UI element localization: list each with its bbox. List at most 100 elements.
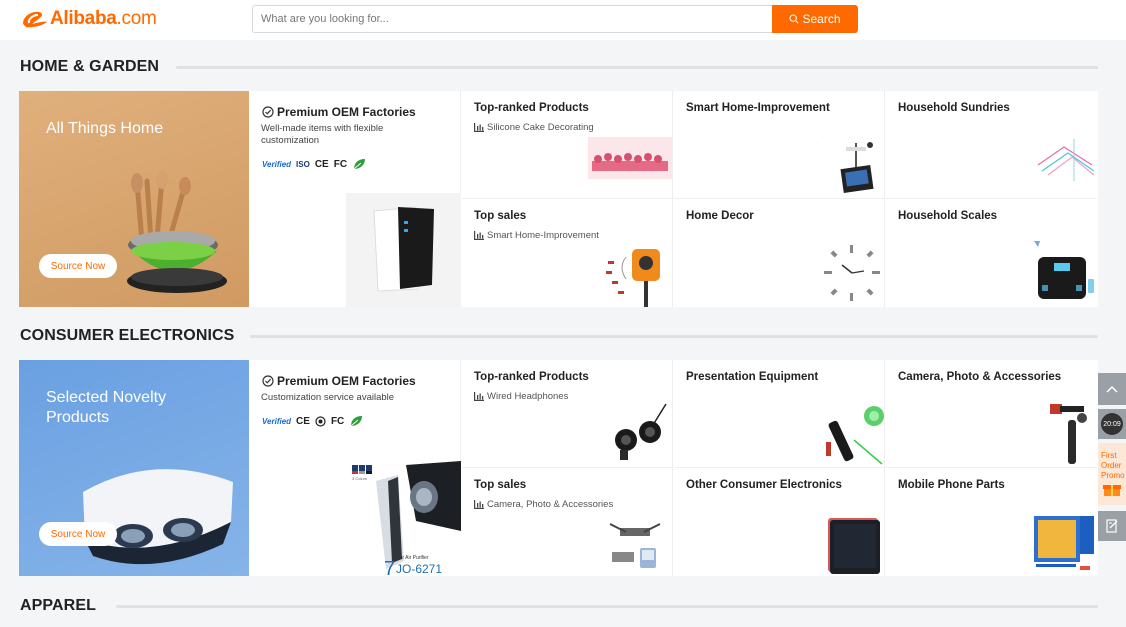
pest-repeller-image bbox=[606, 249, 660, 307]
chart-icon bbox=[474, 123, 484, 132]
gimbal-stabilizer-image bbox=[1050, 404, 1087, 464]
category-cell-camera-photo[interactable]: Camera, Photo & Accessories bbox=[886, 360, 1097, 468]
oem-description: Well-made items with flexible customizat… bbox=[261, 123, 384, 146]
laser-pointer-image bbox=[826, 406, 884, 465]
oem-title-text: Premium OEM Factories bbox=[277, 105, 416, 119]
scroll-up-icon bbox=[1106, 385, 1118, 393]
ce-badge: CE bbox=[296, 415, 310, 427]
cell-subtitle-text: Wired Headphones bbox=[487, 391, 569, 402]
feedback-button[interactable] bbox=[1098, 511, 1126, 541]
wall-clock-image bbox=[824, 245, 880, 301]
cell-subtitle-text: Smart Home-Improvement bbox=[487, 230, 599, 241]
search-button-label: Search bbox=[802, 12, 841, 26]
scroll-to-top-button[interactable] bbox=[1098, 373, 1126, 405]
banner-home-garden[interactable]: All Things Home Source Now bbox=[19, 91, 249, 307]
aroma-diffuser-image bbox=[373, 206, 434, 292]
alibaba-logo[interactable]: Alibaba.com bbox=[20, 8, 157, 30]
cell-title: Top-ranked Products bbox=[474, 102, 589, 114]
logo-text: Alibaba.com bbox=[50, 8, 157, 29]
eco-leaf-icon bbox=[350, 416, 363, 427]
search-icon bbox=[789, 14, 800, 24]
search-button[interactable]: Search bbox=[772, 5, 858, 33]
lcd-writing-tablet-image bbox=[828, 518, 880, 574]
cell-title: Presentation Equipment bbox=[686, 371, 819, 383]
section-panel-consumer-electronics: Selected Novelty Products Source Now Pre… bbox=[19, 360, 1098, 580]
oem-title-text: Premium OEM Factories bbox=[277, 374, 416, 388]
first-order-promo-button[interactable]: First Order Promo bbox=[1098, 443, 1126, 505]
category-cell-top-ranked[interactable]: Top-ranked Products Wired Headphones bbox=[462, 360, 673, 468]
cell-title: Top sales bbox=[474, 210, 527, 222]
category-cell-presentation-equipment[interactable]: Presentation Equipment bbox=[674, 360, 885, 468]
oem-product-image bbox=[346, 193, 461, 307]
banner-consumer-electronics[interactable]: Selected Novelty Products Source Now bbox=[19, 360, 249, 576]
cell-subtitle: Camera, Photo & Accessories bbox=[474, 499, 613, 510]
fc-badge: FC bbox=[330, 415, 345, 427]
category-cell-household-scales[interactable]: Household Scales bbox=[886, 199, 1097, 307]
fc-badge: FC bbox=[333, 158, 348, 170]
oem-title: Premium OEM Factories bbox=[262, 105, 416, 119]
drones-image bbox=[609, 523, 661, 568]
car-air-purifier-image: 3 Colors 7 Car Air Purifier JO-6271 bbox=[352, 461, 461, 580]
section-title-apparel: APPAREL bbox=[20, 597, 96, 614]
wired-headphones-image bbox=[615, 403, 667, 460]
verified-badge: Verified bbox=[262, 416, 292, 426]
cell-title: Smart Home-Improvement bbox=[686, 102, 830, 114]
silicone-mold-image bbox=[588, 137, 672, 179]
cell-title: Mobile Phone Parts bbox=[898, 479, 1005, 491]
cell-title: Household Sundries bbox=[898, 102, 1010, 114]
search-input[interactable] bbox=[252, 5, 772, 33]
chart-icon bbox=[474, 392, 484, 401]
category-cell-mobile-phone-parts[interactable]: Mobile Phone Parts bbox=[886, 468, 1097, 576]
oem-title: Premium OEM Factories bbox=[262, 374, 416, 388]
category-cell-household-sundries[interactable]: Household Sundries bbox=[886, 91, 1097, 199]
certification-badges: Verified CE FC bbox=[262, 415, 363, 427]
category-cell-other-consumer-electronics[interactable]: Other Consumer Electronics bbox=[674, 468, 885, 576]
clock-badge: 20:09 bbox=[1101, 413, 1123, 435]
cell-title: Top-ranked Products bbox=[474, 371, 589, 383]
product-label: Car Air Purifier bbox=[396, 555, 429, 561]
section-panel-home-garden: All Things Home Source Now Premium OEM F… bbox=[19, 91, 1098, 307]
category-cell-smart-home[interactable]: Smart Home-Improvement · bbox=[674, 91, 885, 199]
oem-factories-card[interactable]: Premium OEM Factories Well-made items wi… bbox=[250, 91, 461, 307]
certification-seal-icon bbox=[315, 415, 326, 427]
phone-screens-image bbox=[1034, 516, 1096, 574]
verified-check-icon bbox=[262, 106, 274, 118]
banner-title: Selected Novelty Products bbox=[46, 389, 167, 426]
eco-leaf-icon bbox=[353, 159, 366, 170]
section-title-home-garden: HOME & GARDEN bbox=[20, 58, 160, 75]
kitchen-utensils-image bbox=[127, 171, 227, 293]
time-widget[interactable]: 20:09 bbox=[1098, 409, 1126, 439]
cell-subtitle: Smart Home-Improvement bbox=[474, 230, 599, 241]
hangers-image bbox=[1037, 139, 1095, 181]
section-divider bbox=[250, 335, 1098, 338]
chart-icon bbox=[474, 231, 484, 240]
oem-factories-card[interactable]: Premium OEM Factories Customization serv… bbox=[250, 360, 461, 580]
section-divider bbox=[176, 66, 1098, 69]
cell-title: Top sales bbox=[474, 479, 527, 491]
gift-icon bbox=[1103, 485, 1121, 496]
svg-text:·: · bbox=[822, 134, 823, 138]
search-bar: Search bbox=[252, 5, 858, 33]
category-cell-top-sales[interactable]: Top sales Smart Home-Improvement bbox=[462, 199, 673, 307]
verified-badge: Verified bbox=[262, 159, 292, 169]
colors-label: 3 Colors bbox=[352, 476, 367, 481]
promo-text: First Order Promo bbox=[1101, 451, 1125, 480]
category-cell-top-sales[interactable]: Top sales Camera, Photo & Accessories bbox=[462, 468, 673, 576]
cell-subtitle: Silicone Cake Decorating bbox=[474, 122, 594, 133]
cell-title: Household Scales bbox=[898, 210, 998, 222]
source-now-button[interactable]: Source Now bbox=[39, 522, 117, 546]
model-number: JO-6271 bbox=[396, 562, 442, 576]
banner-title: All Things Home bbox=[46, 120, 164, 137]
verified-check-icon bbox=[262, 375, 274, 387]
weather-station-image: · bbox=[822, 134, 874, 193]
section-divider bbox=[116, 605, 1098, 608]
top-header: Alibaba.com Search bbox=[0, 0, 1126, 40]
category-cell-top-ranked[interactable]: Top-ranked Products Silicone Cake Decora… bbox=[462, 91, 673, 199]
alibaba-logo-mark-icon bbox=[23, 11, 47, 28]
certification-badges: Verified ISO CE FC bbox=[262, 158, 366, 170]
oem-product-image: 3 Colors 7 Car Air Purifier JO-6271 bbox=[346, 461, 461, 580]
category-cell-home-decor[interactable]: Home Decor bbox=[674, 199, 885, 307]
bathroom-scale-image bbox=[1034, 241, 1094, 299]
cell-title: Home Decor bbox=[686, 210, 754, 222]
source-now-button[interactable]: Source Now bbox=[39, 254, 117, 278]
